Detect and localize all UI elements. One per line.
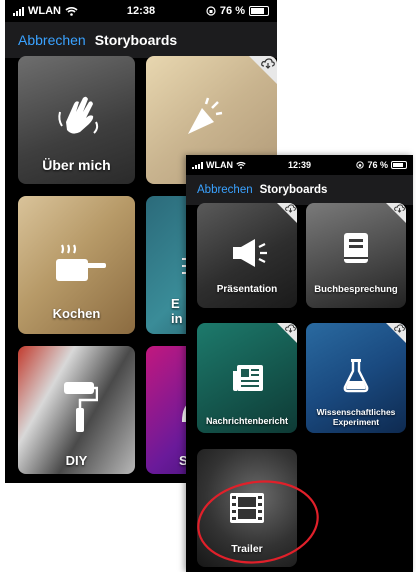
red-circle-annotation [197,480,319,564]
